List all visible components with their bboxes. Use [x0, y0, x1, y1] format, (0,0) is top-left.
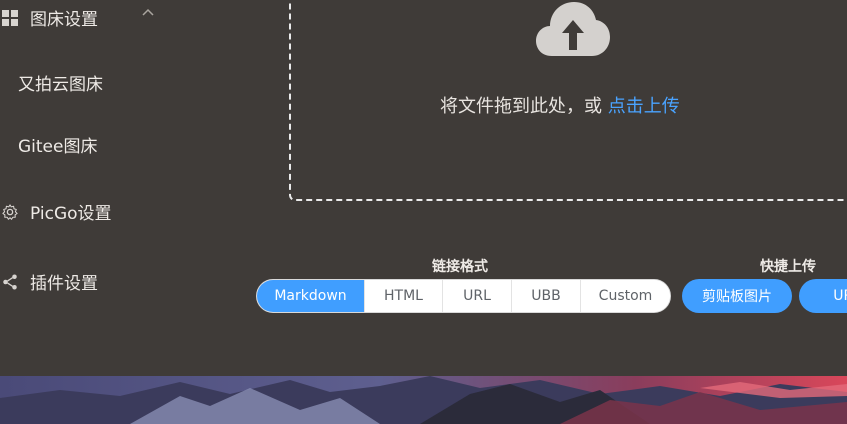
url-upload-button[interactable]: URL	[799, 279, 847, 313]
menu-picgo-settings[interactable]: PicGo设置	[0, 199, 112, 224]
link-format-label: 链接格式	[432, 259, 488, 275]
menu-picbed-settings[interactable]: 图床设置	[0, 5, 98, 30]
chevron-up-icon[interactable]	[142, 6, 154, 18]
url-upload-label: URL	[833, 288, 847, 304]
cloud-upload-icon	[536, 2, 610, 56]
sidebar-item-label: 又拍云图床	[18, 75, 103, 95]
dropzone-text: 将文件拖到此处，或 点击上传	[440, 92, 680, 118]
quick-upload-label: 快捷上传	[760, 259, 816, 275]
grid-icon	[0, 8, 20, 28]
menu-plugin-settings[interactable]: 插件设置	[0, 269, 98, 294]
sidebar: 图床设置 又拍云图床 Gitee图床 PicGo设置 插件设置	[0, 0, 240, 376]
dropzone-hint: 将文件拖到此处，或	[440, 96, 608, 117]
format-option-markdown[interactable]: Markdown	[257, 280, 364, 312]
format-option-html[interactable]: HTML	[364, 280, 442, 312]
sidebar-item-gitee[interactable]: Gitee图床	[18, 132, 97, 157]
format-option-custom[interactable]: Custom	[580, 280, 670, 312]
format-option-ubb[interactable]: UBB	[511, 280, 580, 312]
menu-plugin-settings-label: 插件设置	[30, 274, 98, 294]
link-format-selector: Markdown HTML URL UBB Custom	[256, 279, 671, 313]
menu-picbed-settings-label: 图床设置	[30, 10, 98, 30]
share-icon	[0, 272, 20, 292]
click-upload-link[interactable]: 点击上传	[608, 96, 680, 117]
sidebar-item-label: Gitee图床	[18, 137, 98, 157]
gear-icon	[0, 202, 20, 222]
menu-picgo-settings-label: PicGo设置	[30, 204, 112, 224]
background-mountain-image	[0, 376, 847, 424]
sidebar-item-upyun[interactable]: 又拍云图床	[18, 70, 103, 95]
format-option-url[interactable]: URL	[442, 280, 511, 312]
clipboard-image-button[interactable]: 剪贴板图片	[682, 279, 792, 313]
